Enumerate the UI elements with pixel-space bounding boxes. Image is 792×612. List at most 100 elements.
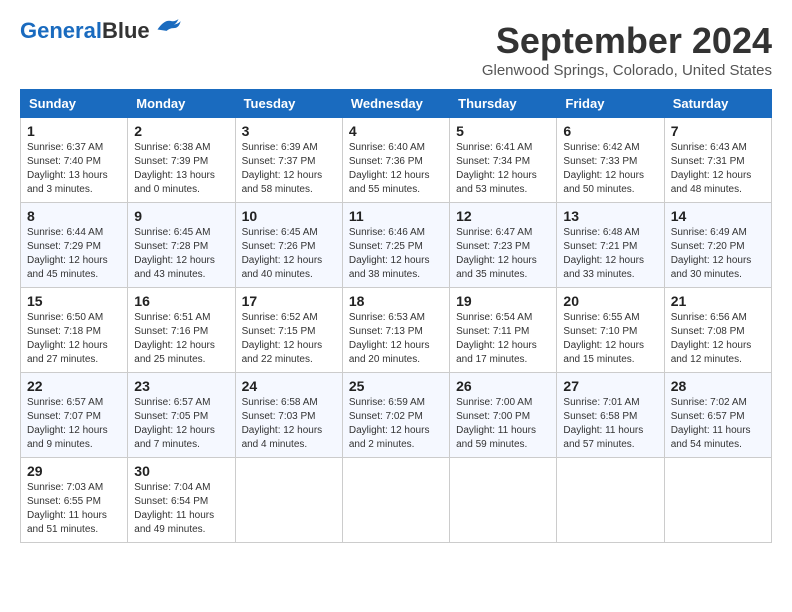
table-row: 28 Sunrise: 7:02 AM Sunset: 6:57 PM Dayl… bbox=[664, 373, 771, 458]
day-number: 12 bbox=[456, 208, 550, 224]
day-number: 17 bbox=[242, 293, 336, 309]
day-info: Sunrise: 6:42 AM Sunset: 7:33 PM Dayligh… bbox=[563, 142, 644, 195]
day-number: 23 bbox=[134, 378, 228, 394]
day-number: 8 bbox=[27, 208, 121, 224]
header-sunday: Sunday bbox=[21, 90, 128, 118]
table-row: 25 Sunrise: 6:59 AM Sunset: 7:02 PM Dayl… bbox=[342, 373, 449, 458]
table-row: 13 Sunrise: 6:48 AM Sunset: 7:21 PM Dayl… bbox=[557, 203, 664, 288]
day-info: Sunrise: 6:50 AM Sunset: 7:18 PM Dayligh… bbox=[27, 312, 108, 365]
table-row: 4 Sunrise: 6:40 AM Sunset: 7:36 PM Dayli… bbox=[342, 118, 449, 203]
day-info: Sunrise: 6:46 AM Sunset: 7:25 PM Dayligh… bbox=[349, 227, 430, 280]
table-row: 17 Sunrise: 6:52 AM Sunset: 7:15 PM Dayl… bbox=[235, 288, 342, 373]
day-info: Sunrise: 6:40 AM Sunset: 7:36 PM Dayligh… bbox=[349, 142, 430, 195]
table-row: 26 Sunrise: 7:00 AM Sunset: 7:00 PM Dayl… bbox=[450, 373, 557, 458]
day-info: Sunrise: 6:49 AM Sunset: 7:20 PM Dayligh… bbox=[671, 227, 752, 280]
table-row: 12 Sunrise: 6:47 AM Sunset: 7:23 PM Dayl… bbox=[450, 203, 557, 288]
table-row: 19 Sunrise: 6:54 AM Sunset: 7:11 PM Dayl… bbox=[450, 288, 557, 373]
day-info: Sunrise: 6:39 AM Sunset: 7:37 PM Dayligh… bbox=[242, 142, 323, 195]
header-tuesday: Tuesday bbox=[235, 90, 342, 118]
table-row: 21 Sunrise: 6:56 AM Sunset: 7:08 PM Dayl… bbox=[664, 288, 771, 373]
table-row: 16 Sunrise: 6:51 AM Sunset: 7:16 PM Dayl… bbox=[128, 288, 235, 373]
day-number: 19 bbox=[456, 293, 550, 309]
day-number: 21 bbox=[671, 293, 765, 309]
table-row: 23 Sunrise: 6:57 AM Sunset: 7:05 PM Dayl… bbox=[128, 373, 235, 458]
day-info: Sunrise: 6:38 AM Sunset: 7:39 PM Dayligh… bbox=[134, 142, 215, 195]
table-row: 18 Sunrise: 6:53 AM Sunset: 7:13 PM Dayl… bbox=[342, 288, 449, 373]
day-info: Sunrise: 7:00 AM Sunset: 7:00 PM Dayligh… bbox=[456, 397, 536, 450]
day-info: Sunrise: 7:01 AM Sunset: 6:58 PM Dayligh… bbox=[563, 397, 643, 450]
table-row: 24 Sunrise: 6:58 AM Sunset: 7:03 PM Dayl… bbox=[235, 373, 342, 458]
day-number: 24 bbox=[242, 378, 336, 394]
day-info: Sunrise: 7:02 AM Sunset: 6:57 PM Dayligh… bbox=[671, 397, 751, 450]
day-number: 5 bbox=[456, 123, 550, 139]
day-number: 28 bbox=[671, 378, 765, 394]
day-number: 22 bbox=[27, 378, 121, 394]
table-row: 11 Sunrise: 6:46 AM Sunset: 7:25 PM Dayl… bbox=[342, 203, 449, 288]
day-info: Sunrise: 6:56 AM Sunset: 7:08 PM Dayligh… bbox=[671, 312, 752, 365]
day-number: 14 bbox=[671, 208, 765, 224]
day-info: Sunrise: 6:41 AM Sunset: 7:34 PM Dayligh… bbox=[456, 142, 537, 195]
day-number: 2 bbox=[134, 123, 228, 139]
table-row: 29 Sunrise: 7:03 AM Sunset: 6:55 PM Dayl… bbox=[21, 458, 128, 543]
table-row: 14 Sunrise: 6:49 AM Sunset: 7:20 PM Dayl… bbox=[664, 203, 771, 288]
day-info: Sunrise: 6:47 AM Sunset: 7:23 PM Dayligh… bbox=[456, 227, 537, 280]
day-info: Sunrise: 6:37 AM Sunset: 7:40 PM Dayligh… bbox=[27, 142, 108, 195]
day-number: 29 bbox=[27, 463, 121, 479]
day-info: Sunrise: 6:54 AM Sunset: 7:11 PM Dayligh… bbox=[456, 312, 537, 365]
header-thursday: Thursday bbox=[450, 90, 557, 118]
table-row: 8 Sunrise: 6:44 AM Sunset: 7:29 PM Dayli… bbox=[21, 203, 128, 288]
table-row: 6 Sunrise: 6:42 AM Sunset: 7:33 PM Dayli… bbox=[557, 118, 664, 203]
table-row bbox=[557, 458, 664, 543]
day-info: Sunrise: 7:04 AM Sunset: 6:54 PM Dayligh… bbox=[134, 482, 214, 535]
table-row: 7 Sunrise: 6:43 AM Sunset: 7:31 PM Dayli… bbox=[664, 118, 771, 203]
page-header: GeneralBlue September 2024 Glenwood Spri… bbox=[20, 20, 772, 79]
location: Glenwood Springs, Colorado, United State… bbox=[482, 62, 772, 79]
logo: GeneralBlue bbox=[20, 20, 182, 42]
header-wednesday: Wednesday bbox=[342, 90, 449, 118]
day-number: 18 bbox=[349, 293, 443, 309]
day-info: Sunrise: 6:53 AM Sunset: 7:13 PM Dayligh… bbox=[349, 312, 430, 365]
day-number: 9 bbox=[134, 208, 228, 224]
day-info: Sunrise: 6:45 AM Sunset: 7:26 PM Dayligh… bbox=[242, 227, 323, 280]
day-info: Sunrise: 6:45 AM Sunset: 7:28 PM Dayligh… bbox=[134, 227, 215, 280]
table-row bbox=[235, 458, 342, 543]
calendar-table: Sunday Monday Tuesday Wednesday Thursday… bbox=[20, 89, 772, 543]
logo-bird-icon bbox=[154, 15, 182, 37]
table-row: 15 Sunrise: 6:50 AM Sunset: 7:18 PM Dayl… bbox=[21, 288, 128, 373]
header-saturday: Saturday bbox=[664, 90, 771, 118]
table-row: 9 Sunrise: 6:45 AM Sunset: 7:28 PM Dayli… bbox=[128, 203, 235, 288]
logo-text: GeneralBlue bbox=[20, 20, 150, 42]
table-row: 2 Sunrise: 6:38 AM Sunset: 7:39 PM Dayli… bbox=[128, 118, 235, 203]
table-row: 20 Sunrise: 6:55 AM Sunset: 7:10 PM Dayl… bbox=[557, 288, 664, 373]
table-row bbox=[664, 458, 771, 543]
day-number: 25 bbox=[349, 378, 443, 394]
day-number: 10 bbox=[242, 208, 336, 224]
day-number: 30 bbox=[134, 463, 228, 479]
day-info: Sunrise: 6:55 AM Sunset: 7:10 PM Dayligh… bbox=[563, 312, 644, 365]
calendar-body: 1 Sunrise: 6:37 AM Sunset: 7:40 PM Dayli… bbox=[21, 118, 772, 543]
day-number: 26 bbox=[456, 378, 550, 394]
day-info: Sunrise: 6:43 AM Sunset: 7:31 PM Dayligh… bbox=[671, 142, 752, 195]
day-number: 13 bbox=[563, 208, 657, 224]
day-info: Sunrise: 6:48 AM Sunset: 7:21 PM Dayligh… bbox=[563, 227, 644, 280]
table-row: 10 Sunrise: 6:45 AM Sunset: 7:26 PM Dayl… bbox=[235, 203, 342, 288]
day-info: Sunrise: 6:58 AM Sunset: 7:03 PM Dayligh… bbox=[242, 397, 323, 450]
header-monday: Monday bbox=[128, 90, 235, 118]
day-info: Sunrise: 6:44 AM Sunset: 7:29 PM Dayligh… bbox=[27, 227, 108, 280]
table-row: 30 Sunrise: 7:04 AM Sunset: 6:54 PM Dayl… bbox=[128, 458, 235, 543]
day-info: Sunrise: 6:57 AM Sunset: 7:07 PM Dayligh… bbox=[27, 397, 108, 450]
day-number: 3 bbox=[242, 123, 336, 139]
day-info: Sunrise: 6:52 AM Sunset: 7:15 PM Dayligh… bbox=[242, 312, 323, 365]
day-number: 11 bbox=[349, 208, 443, 224]
month-title: September 2024 bbox=[482, 20, 772, 62]
title-block: September 2024 Glenwood Springs, Colorad… bbox=[482, 20, 772, 79]
table-row: 27 Sunrise: 7:01 AM Sunset: 6:58 PM Dayl… bbox=[557, 373, 664, 458]
day-number: 4 bbox=[349, 123, 443, 139]
day-number: 16 bbox=[134, 293, 228, 309]
day-info: Sunrise: 7:03 AM Sunset: 6:55 PM Dayligh… bbox=[27, 482, 107, 535]
table-row bbox=[450, 458, 557, 543]
day-info: Sunrise: 6:59 AM Sunset: 7:02 PM Dayligh… bbox=[349, 397, 430, 450]
table-row: 22 Sunrise: 6:57 AM Sunset: 7:07 PM Dayl… bbox=[21, 373, 128, 458]
day-number: 7 bbox=[671, 123, 765, 139]
day-number: 20 bbox=[563, 293, 657, 309]
